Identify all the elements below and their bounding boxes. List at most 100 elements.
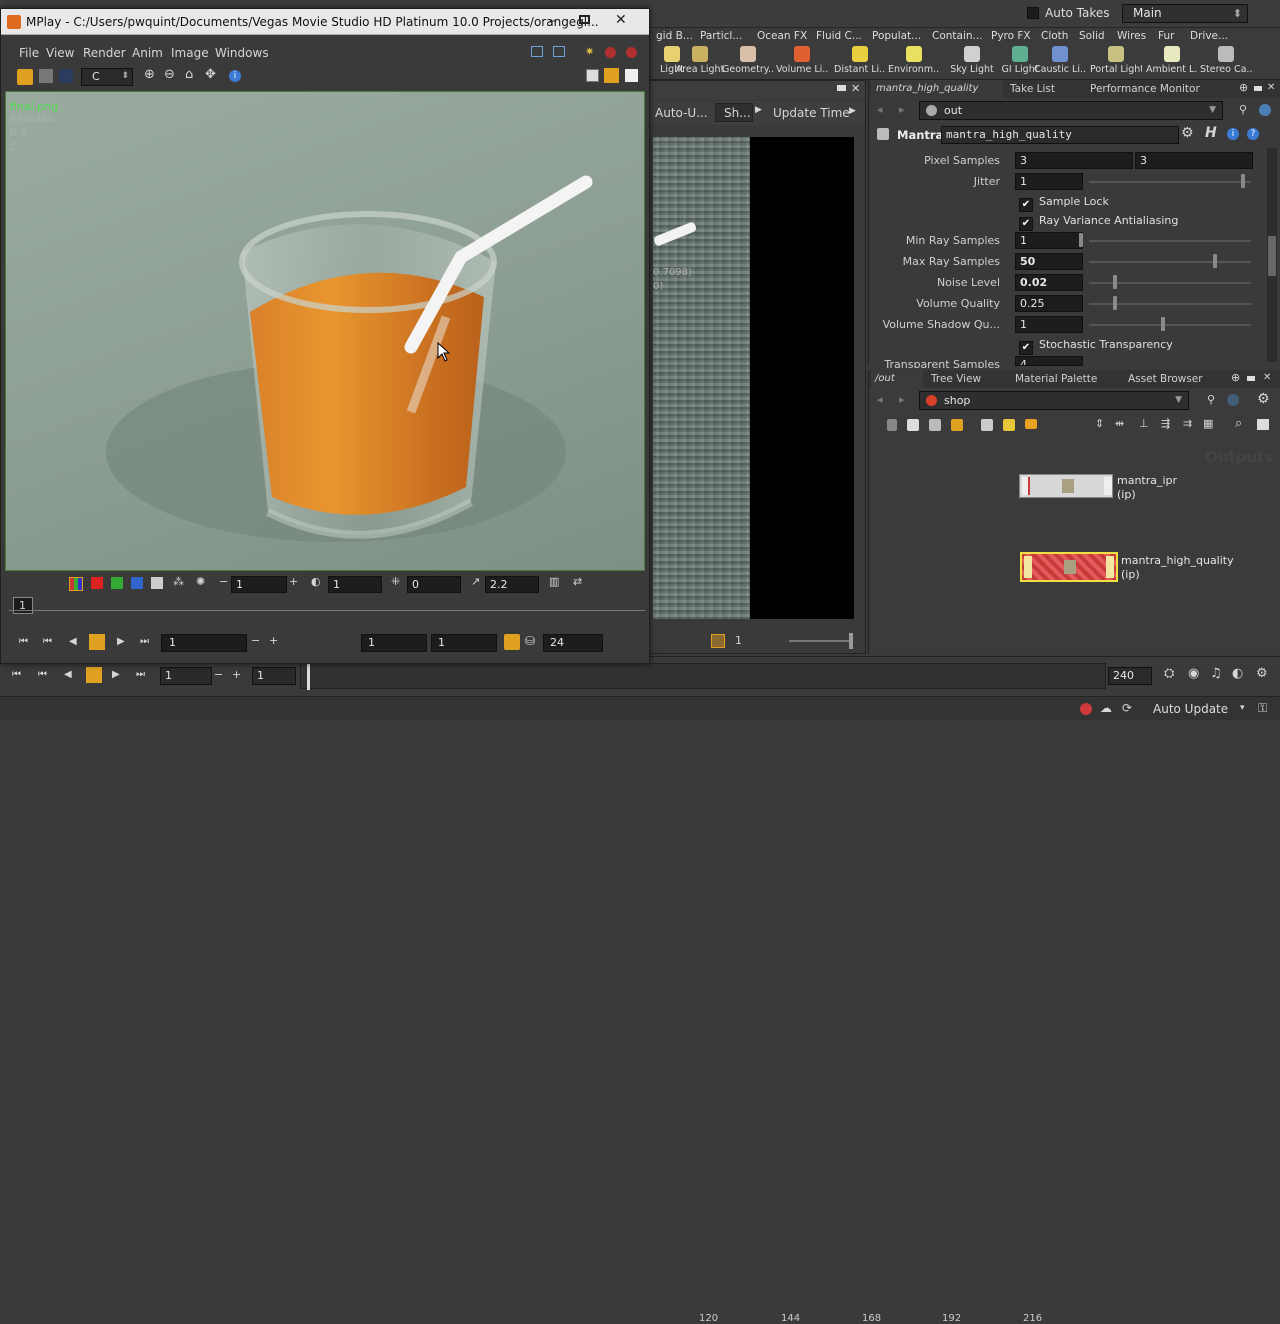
step-plus-icon[interactable]: +	[232, 668, 241, 681]
shelf-tab[interactable]: Particl...	[700, 30, 742, 42]
list-view-icon[interactable]	[907, 419, 919, 431]
keyframe-icon[interactable]	[711, 634, 725, 648]
tab-parameters[interactable]: mantra_high_quality	[871, 80, 1003, 98]
shelf-tool[interactable]: Environm...	[888, 46, 940, 78]
node-flag-bypass[interactable]	[1022, 477, 1030, 495]
menu-file[interactable]: File	[19, 46, 39, 60]
info-icon[interactable]: i	[1227, 128, 1239, 140]
shelf-tab[interactable]: Ocean FX	[757, 30, 807, 42]
forward-arrow-icon[interactable]: ▸	[899, 103, 905, 116]
param-field[interactable]: 4	[1015, 356, 1083, 366]
gamma-icon[interactable]: ↗	[471, 575, 480, 588]
param-slider-knob[interactable]	[1113, 296, 1117, 310]
audio-icon[interactable]: ♫	[1210, 666, 1222, 681]
shelf-tab[interactable]: Contain...	[932, 30, 983, 42]
param-field[interactable]: 3	[1015, 152, 1133, 169]
tab-take-list[interactable]: Take List	[1010, 83, 1055, 95]
start-frame-field[interactable]: 1	[252, 667, 296, 685]
param-field[interactable]: 1	[1015, 232, 1083, 249]
mplay-end-field[interactable]: 1	[431, 634, 497, 652]
snapshot-icon[interactable]	[553, 46, 565, 57]
gamma-field[interactable]: 2.2	[485, 576, 539, 593]
split-view-icon[interactable]	[604, 68, 619, 83]
menu-render[interactable]: Render	[83, 46, 126, 60]
torn-off-icon[interactable]	[531, 46, 543, 57]
menu-image[interactable]: Image	[171, 46, 209, 60]
zoom-in-icon[interactable]: ⊕	[144, 67, 155, 82]
delete-icon[interactable]	[887, 419, 897, 431]
lut-icon[interactable]: ▥	[549, 575, 559, 588]
param-field[interactable]: 50	[1015, 253, 1083, 270]
minus-icon[interactable]: −	[219, 575, 228, 588]
param-checkbox[interactable]: ✔ Stochastic Transparency	[1019, 338, 1173, 355]
align-icon[interactable]: ⇹	[1115, 417, 1124, 430]
network-path-field[interactable]: shop ▼	[919, 391, 1189, 410]
menu-windows[interactable]: Windows	[215, 46, 269, 60]
node-flag-render[interactable]	[1106, 556, 1114, 578]
pin-icon[interactable]: ⚲	[1239, 103, 1247, 116]
shelf-tool[interactable]: Portal Light	[1090, 46, 1142, 78]
snap-grid-icon[interactable]: ▦	[1203, 417, 1213, 430]
desktop-selector[interactable]: Main ⬍	[1122, 4, 1248, 23]
param-slider-knob[interactable]	[1161, 317, 1165, 331]
grid-icon[interactable]	[929, 419, 941, 431]
checkmark-icon[interactable]: ✔	[1019, 341, 1033, 355]
home-icon[interactable]: ⌂	[185, 67, 193, 82]
pane-minimize-icon[interactable]	[1247, 376, 1255, 381]
shelf-tab[interactable]: Fur	[1158, 30, 1174, 42]
cache-icon[interactable]: ☁	[1100, 701, 1112, 715]
auto-update-label[interactable]: Auto Update	[1153, 702, 1228, 716]
update-time-label[interactable]: Update Time	[773, 106, 850, 120]
back-arrow-icon[interactable]: ◂	[877, 103, 883, 116]
quad-view-icon[interactable]	[625, 69, 638, 82]
tab-out[interactable]: /out	[871, 370, 923, 388]
error-icon[interactable]	[1080, 703, 1092, 715]
blue-channel-icon[interactable]	[131, 577, 143, 589]
shelf-tab[interactable]: Solid	[1079, 30, 1105, 42]
last-frame-icon[interactable]: ⏭	[136, 669, 145, 680]
first-frame-icon[interactable]: ⏮	[19, 636, 28, 647]
channel-selector[interactable]: C ⬍	[81, 68, 133, 86]
play-arrow-icon[interactable]: ▶	[849, 106, 856, 116]
camera-icon[interactable]	[1257, 419, 1269, 430]
light-icon[interactable]: ✷	[585, 45, 594, 58]
display-options-icon[interactable]	[39, 69, 53, 83]
scene-viewer[interactable]: ✕ Auto-U... Sh... ▶ Update Time ▶ 0.7098…	[648, 80, 866, 654]
auto-update-label[interactable]: Auto-U...	[655, 106, 708, 120]
contrast-icon[interactable]: ◐	[311, 575, 321, 588]
param-field[interactable]: 3	[1135, 152, 1253, 169]
minimize-button[interactable]: –	[549, 13, 556, 29]
param-field[interactable]: 0.25	[1015, 295, 1083, 312]
param-slider[interactable]	[1089, 181, 1251, 183]
play-reverse-icon[interactable]: ◀	[69, 636, 77, 647]
shelf-tool[interactable]: Caustic Li...	[1034, 46, 1086, 78]
shelf-tab[interactable]: Populat...	[872, 30, 921, 42]
stop-icon[interactable]	[89, 634, 105, 650]
monitor-icon[interactable]	[59, 69, 73, 83]
align-vertical-icon[interactable]: ⊥	[1139, 417, 1149, 430]
param-slider-knob[interactable]	[1213, 254, 1217, 268]
prev-key-icon[interactable]: ⏮	[43, 636, 52, 647]
shelf-tool[interactable]: Sky Light	[946, 46, 998, 78]
green-channel-icon[interactable]	[111, 577, 123, 589]
pane-minimize-icon[interactable]	[837, 85, 846, 91]
shelf-tool[interactable]: Ambient L...	[1146, 46, 1198, 78]
add-tab-icon[interactable]: ⊕	[1231, 371, 1240, 384]
shelf-tab[interactable]: Fluid C...	[816, 30, 862, 42]
scope-icon[interactable]: ◐	[1232, 666, 1243, 681]
current-frame-field[interactable]: 1	[160, 667, 212, 685]
offset-field[interactable]: 0	[407, 576, 461, 593]
adjust-icon[interactable]: ⇄	[573, 575, 582, 588]
link-icon[interactable]	[1259, 104, 1271, 116]
info-icon[interactable]: i	[229, 70, 241, 82]
offset-icon[interactable]: ⁜	[391, 575, 400, 588]
forward-arrow-icon[interactable]: ▸	[899, 393, 905, 406]
tab-tree-view[interactable]: Tree View	[931, 373, 981, 385]
network-box-icon[interactable]	[1025, 419, 1037, 429]
stop-icon[interactable]	[86, 667, 102, 683]
brightness-icon[interactable]: ✺	[196, 575, 205, 588]
pane-close-icon[interactable]: ✕	[851, 82, 860, 95]
mplay-frame-field[interactable]: 1	[161, 634, 247, 652]
param-slider-knob[interactable]	[1113, 275, 1117, 289]
pane-close-icon[interactable]: ✕	[1263, 372, 1271, 383]
